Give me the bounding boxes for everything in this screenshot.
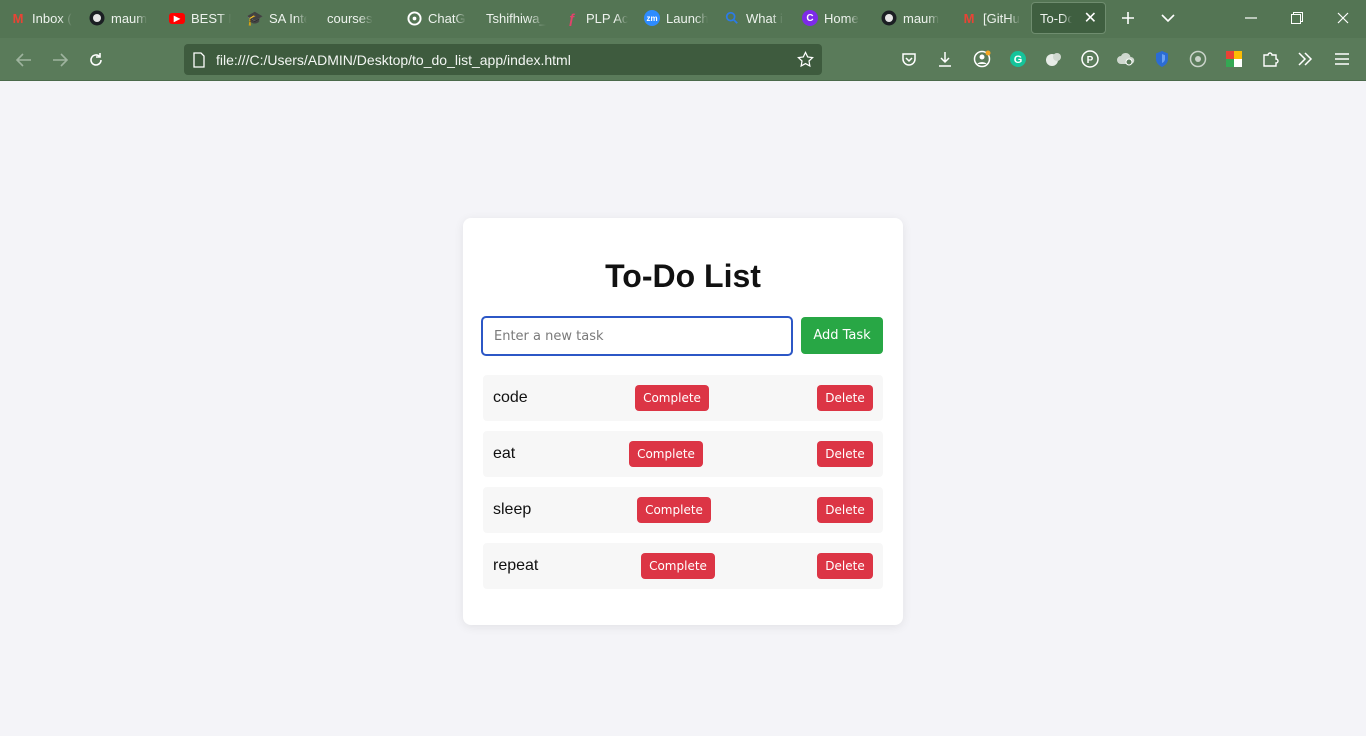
shield-icon[interactable] [1152, 49, 1172, 69]
delete-button[interactable]: Delete [817, 553, 873, 579]
browser-tab-bar: M Inbox ( maum ▶ BEST M 🎓 SA Inte course… [0, 0, 1366, 38]
reload-button[interactable] [82, 46, 110, 74]
youtube-icon: ▶ [169, 12, 185, 24]
task-name: eat [493, 445, 516, 462]
color-extension-icon[interactable] [1224, 49, 1244, 69]
task-name: code [493, 389, 528, 406]
tab-todo-active[interactable]: To-Do Li ✕ [1031, 2, 1106, 34]
tab-chatgpt[interactable]: ChatG [398, 0, 474, 36]
tab-what[interactable]: What i [716, 0, 794, 36]
tab-github-mail[interactable]: M [GitHu [953, 0, 1031, 36]
close-tab-icon[interactable]: ✕ [1084, 8, 1097, 28]
tab-home[interactable]: C Home [794, 0, 874, 36]
task-name: sleep [493, 501, 532, 518]
search-icon [724, 10, 740, 26]
complete-button[interactable]: Complete [629, 441, 703, 467]
svg-text:P: P [1087, 55, 1094, 66]
restore-icon [1291, 12, 1303, 24]
reload-icon [90, 53, 102, 66]
forward-button[interactable] [46, 46, 74, 74]
tab-sa-inte[interactable]: 🎓 SA Inte [239, 0, 315, 36]
tab-courses[interactable]: courses [319, 0, 395, 36]
extension-gear-icon[interactable] [1188, 49, 1208, 69]
gmail-icon: M [963, 10, 975, 26]
gmail-icon: M [12, 10, 24, 26]
tab-tshifhiwa[interactable]: Tshifhiwa_ [478, 0, 554, 36]
pinterest-icon[interactable]: P [1080, 49, 1100, 69]
page-title: To-Do List [605, 258, 761, 294]
complete-button[interactable]: Complete [637, 497, 711, 523]
tab-github-1[interactable]: maum [81, 0, 159, 36]
tab-youtube[interactable]: ▶ BEST M [161, 0, 239, 36]
task-item: eat Complete Delete [483, 431, 883, 477]
tab-plp[interactable]: ƒ PLP Ac [556, 0, 636, 36]
address-bar[interactable]: file:///C:/Users/ADMIN/Desktop/to_do_lis… [184, 44, 822, 75]
delete-button[interactable]: Delete [817, 441, 873, 467]
pocket-icon[interactable] [899, 49, 919, 69]
menu-hamburger-icon[interactable] [1332, 49, 1352, 69]
github-icon [881, 10, 897, 26]
task-item: repeat Complete Delete [483, 543, 883, 589]
add-task-button[interactable]: Add Task [801, 317, 883, 354]
close-window-button[interactable] [1320, 0, 1366, 36]
minimize-icon [1245, 17, 1257, 19]
plus-icon [1122, 12, 1134, 24]
tab-zoom-launch[interactable]: zm Launch [636, 0, 716, 36]
puzzle-extensions-icon[interactable] [1260, 49, 1280, 69]
tab-inbox[interactable]: M Inbox ( [2, 0, 80, 36]
task-item: sleep Complete Delete [483, 487, 883, 533]
svg-text:G: G [1014, 54, 1023, 66]
browser-nav-bar: file:///C:/Users/ADMIN/Desktop/to_do_lis… [0, 38, 1366, 81]
delete-button[interactable]: Delete [817, 497, 873, 523]
tab-github-2[interactable]: maum [873, 0, 953, 36]
github-icon [89, 10, 105, 26]
account-icon[interactable] [972, 49, 992, 69]
minimize-button[interactable] [1228, 0, 1274, 36]
bookmark-star-icon[interactable] [797, 51, 814, 68]
restore-button[interactable] [1274, 0, 1320, 36]
chevron-down-icon [1161, 14, 1175, 23]
zoom-icon: zm [644, 10, 660, 26]
list-tabs-button[interactable] [1150, 0, 1186, 36]
file-icon [193, 51, 205, 68]
close-icon [1337, 12, 1349, 24]
new-task-input[interactable] [481, 316, 793, 356]
complete-button[interactable]: Complete [635, 385, 709, 411]
arrow-left-icon [16, 53, 31, 67]
task-name: repeat [493, 557, 539, 574]
grammarly-icon[interactable]: G [1008, 49, 1028, 69]
todo-card: To-Do List Add Task code Complete Delete… [463, 218, 903, 625]
chatgpt-icon [406, 10, 422, 26]
new-tab-button[interactable] [1110, 0, 1146, 36]
url-text[interactable]: file:///C:/Users/ADMIN/Desktop/to_do_lis… [216, 52, 571, 68]
delete-button[interactable]: Delete [817, 385, 873, 411]
back-button[interactable] [10, 46, 38, 74]
graduation-cap-icon: 🎓 [246, 9, 264, 26]
arrow-right-icon [53, 53, 68, 67]
plp-icon: ƒ [568, 10, 576, 26]
task-item: code Complete Delete [483, 375, 883, 421]
complete-button[interactable]: Complete [641, 553, 715, 579]
canva-icon: C [802, 10, 818, 26]
overflow-chevrons-icon[interactable] [1295, 49, 1315, 69]
download-icon[interactable] [935, 49, 955, 69]
extension-blob-icon[interactable] [1044, 49, 1064, 69]
cloud-extension-icon[interactable] [1116, 49, 1136, 69]
